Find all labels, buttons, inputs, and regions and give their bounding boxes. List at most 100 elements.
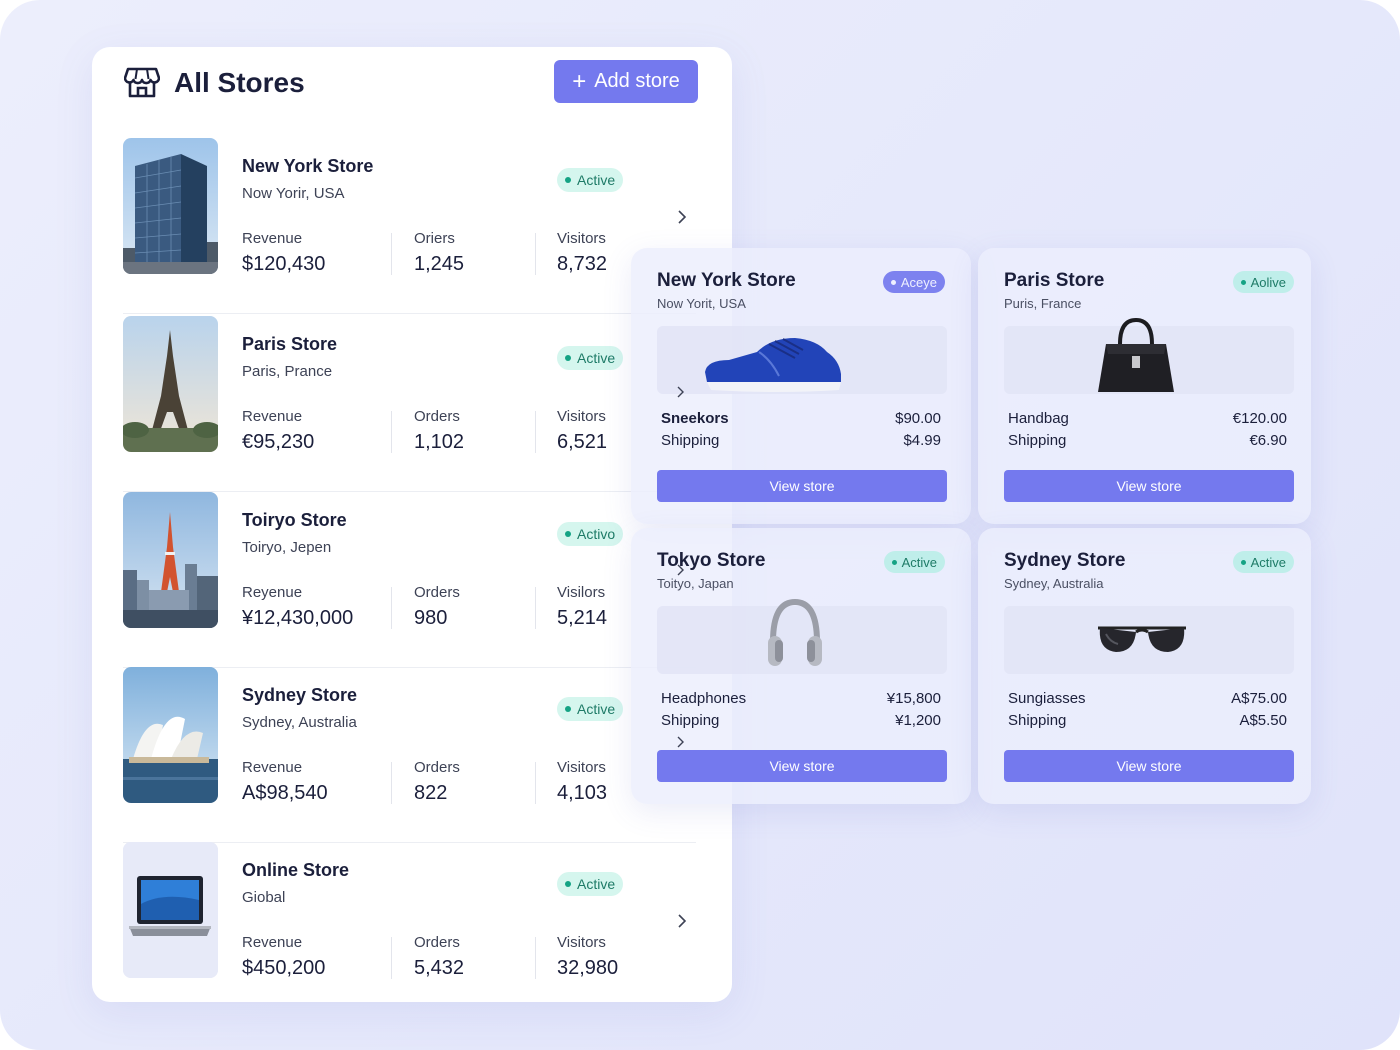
store-name: Sydney Store — [242, 685, 358, 705]
all-stores-panel: All Stores + Add store New York Store No… — [92, 47, 732, 1002]
store-row-sydney[interactable]: Sydney Store Sydney, Australia Active Re… — [123, 667, 696, 843]
card-store-name: Paris Store — [1004, 270, 1105, 291]
product-price: A$75.00 — [1231, 690, 1287, 707]
chevron-right-icon[interactable] — [676, 736, 686, 748]
orders-label: Orders — [414, 934, 460, 951]
status-text: Active — [577, 172, 616, 188]
store-row-online[interactable]: Online Store Giobal Active Revenue $450,2… — [123, 842, 696, 1018]
store-row-new-york[interactable]: New York Store Now Yorir, USA Active Rev… — [123, 138, 696, 314]
divider — [391, 587, 392, 629]
product-price: ¥15,800 — [886, 690, 941, 707]
shipping-price: €6.90 — [1249, 432, 1287, 449]
orders-label: Orders — [414, 584, 460, 601]
shipping-label: Shipping — [1008, 712, 1067, 729]
store-card-tokyo[interactable]: Tokyo Store Toityo, Japan Active Headpho… — [631, 528, 971, 804]
store-card-paris[interactable]: Paris Store Puris, France Aolive Handbag… — [978, 248, 1311, 524]
shipping-label: Shipping — [661, 432, 720, 449]
orders-stat: Orders 1,102 — [414, 408, 464, 454]
orders-stat: Orders 5,432 — [414, 934, 464, 980]
shipping-price: A$5.50 — [1239, 712, 1287, 729]
product-image-area — [657, 326, 947, 394]
product-name: Sungiasses — [1008, 690, 1086, 707]
handbag-icon — [1098, 317, 1174, 392]
status-dot — [565, 881, 571, 887]
view-store-button[interactable]: View store — [657, 750, 947, 782]
divider — [391, 937, 392, 979]
status-badge: Active — [557, 346, 624, 370]
revenue-label: Revenue — [242, 759, 303, 776]
status-dot — [565, 177, 571, 183]
product-image-area — [1004, 317, 1294, 394]
revenue-value: €95,230 — [242, 431, 315, 453]
revenue-label: Revenue — [242, 934, 303, 951]
visitors-value: 4,103 — [557, 782, 608, 804]
product-name: Handbag — [1008, 410, 1069, 427]
store-card-sydney[interactable]: Sydney Store Sydney, Australia Active Su… — [978, 528, 1311, 804]
orders-value: 5,432 — [414, 957, 465, 979]
shipping-price: ¥1,200 — [895, 712, 941, 729]
revenue-stat: Revenue A$98,540 — [242, 759, 328, 805]
status-text: Active — [577, 701, 616, 717]
orders-value: 1,245 — [414, 253, 465, 275]
view-store-button[interactable]: View store — [657, 470, 947, 502]
status-badge: Active — [1232, 551, 1294, 573]
status-text: Aceye — [900, 274, 937, 290]
orders-label: Orders — [414, 408, 460, 425]
plus-icon: + — [572, 67, 587, 95]
store-row-paris[interactable]: Paris Store Paris, Prance Active Revenue… — [123, 316, 696, 492]
store-card-new-york[interactable]: New York Store Now Yorit, USA Aceye Snee… — [631, 248, 971, 524]
revenue-value: A$98,540 — [242, 782, 328, 804]
status-dot — [891, 559, 897, 565]
visitors-value: 32,980 — [557, 957, 619, 979]
panel-header: All Stores + Add store — [124, 60, 698, 115]
revenue-stat: Revenue $120,430 — [242, 230, 325, 276]
divider — [535, 233, 536, 275]
sneaker-icon — [705, 338, 841, 392]
view-store-button[interactable]: View store — [1004, 470, 1294, 502]
status-dot — [1240, 559, 1246, 565]
visitors-stat: Visitors 8,732 — [557, 230, 607, 276]
product-price: €120.00 — [1232, 410, 1287, 427]
chevron-right-icon[interactable] — [676, 564, 686, 576]
status-badge: Aceye — [882, 271, 945, 293]
status-badge: Aolive — [1232, 271, 1294, 293]
chevron-right-icon[interactable] — [676, 914, 688, 928]
status-dot — [1240, 279, 1246, 285]
eiffel-tower-image — [123, 316, 218, 452]
divider — [391, 233, 392, 275]
status-badge: Active — [557, 168, 624, 192]
orders-value: 1,102 — [414, 431, 465, 453]
product-price: $90.00 — [895, 410, 941, 427]
store-row-tokyo[interactable]: Toiryo Store Toiryo, Jepen Activo Reyenu… — [123, 492, 696, 668]
status-text: Active — [1250, 554, 1286, 570]
chevron-right-icon[interactable] — [676, 386, 686, 398]
view-store-button[interactable]: View store — [1004, 750, 1294, 782]
tokyo-tower-image — [123, 492, 218, 628]
skyscraper-image — [123, 138, 218, 274]
orders-label: Oriers — [414, 230, 455, 247]
orders-stat: Orders 980 — [414, 584, 460, 630]
visitors-label: Visilors — [557, 584, 606, 601]
status-badge: Activo — [557, 522, 624, 546]
card-store-name: New York Store — [657, 270, 796, 291]
card-store-name: Sydney Store — [1004, 550, 1126, 571]
status-text: Active — [901, 554, 937, 570]
chevron-right-icon[interactable] — [676, 210, 688, 224]
opera-house-image — [123, 667, 218, 803]
store-location: Now Yorir, USA — [242, 185, 345, 202]
visitors-stat: Visitors 4,103 — [557, 759, 607, 805]
divider — [391, 411, 392, 453]
shipping-label: Shipping — [661, 712, 720, 729]
visitors-label: Visitors — [557, 934, 606, 951]
product-name: Headphones — [661, 690, 747, 707]
orders-label: Orders — [414, 759, 460, 776]
laptop-image — [123, 842, 218, 978]
status-dot — [890, 279, 896, 285]
status-badge: Active — [557, 872, 624, 896]
store-location: Paris, Prance — [242, 363, 333, 380]
store-name: Paris Store — [242, 334, 338, 354]
page-title: All Stores — [174, 67, 305, 98]
revenue-value: ¥12,430,000 — [242, 607, 354, 629]
visitors-stat: Visitors 6,521 — [557, 408, 607, 454]
add-store-button[interactable]: + Add store — [554, 60, 698, 103]
